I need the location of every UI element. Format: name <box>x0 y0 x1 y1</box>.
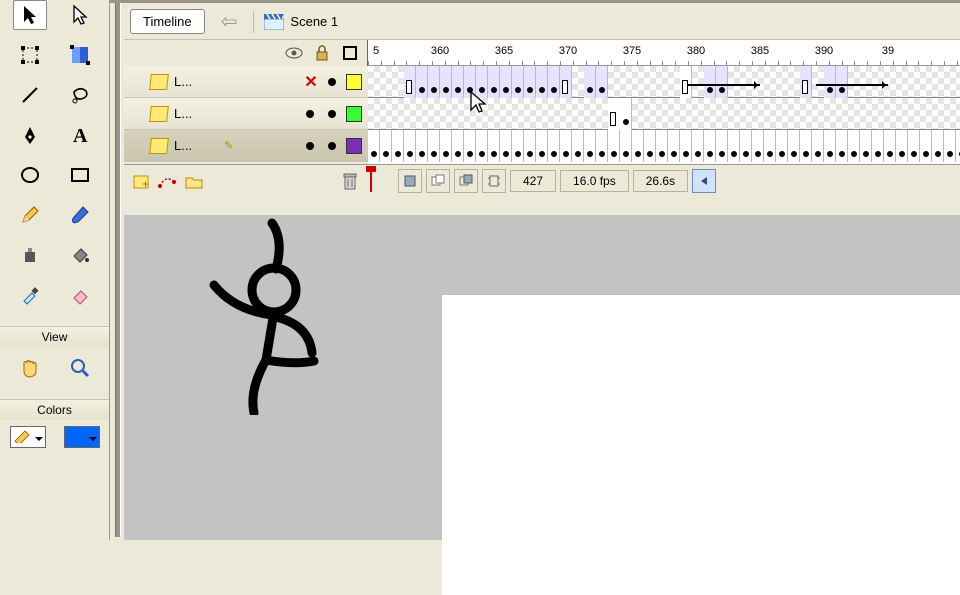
tool-selection[interactable] <box>13 0 47 30</box>
layer-header <box>124 40 368 66</box>
delete-layer-icon[interactable] <box>340 171 360 191</box>
ruler-tick-label: 390 <box>815 45 833 57</box>
tool-brush[interactable] <box>63 200 97 230</box>
visibility-dot[interactable] <box>306 110 314 118</box>
tool-subselection[interactable] <box>63 0 97 30</box>
edit-multiple-frames-icon[interactable] <box>482 169 506 193</box>
stage-canvas[interactable] <box>442 295 960 595</box>
tool-lasso[interactable] <box>63 80 97 110</box>
panel-splitter[interactable] <box>115 3 121 537</box>
track-row[interactable] <box>368 66 960 98</box>
tool-eraser[interactable] <box>63 280 97 310</box>
new-folder-icon[interactable] <box>184 171 204 191</box>
tool-line[interactable] <box>13 80 47 110</box>
back-arrow-icon[interactable]: ⇦ <box>215 9 244 34</box>
elapsed-time-display: 26.6s <box>633 170 688 192</box>
outline-color-swatch[interactable] <box>346 106 362 122</box>
view-section-header: View <box>0 326 109 347</box>
layer-name: L... <box>174 74 218 89</box>
tool-free-transform[interactable] <box>13 40 47 70</box>
frame-ruler[interactable]: 5 360 365 370 375 380 385 390 39 <box>368 40 960 65</box>
stage-area[interactable] <box>124 215 960 540</box>
tool-rectangle[interactable] <box>63 160 97 190</box>
new-layer-icon[interactable]: + <box>132 171 152 191</box>
scroll-left-button[interactable] <box>692 169 716 193</box>
timeline-status-bar: 427 16.0 fps 26.6s <box>368 164 960 196</box>
fill-color-swatch[interactable] <box>64 426 100 448</box>
layer-name: L... <box>174 106 218 121</box>
new-motion-guide-icon[interactable] <box>158 171 178 191</box>
toolbox: A <box>0 0 110 540</box>
lock-dot[interactable] <box>328 142 336 150</box>
onion-skin-outlines-icon[interactable] <box>454 169 478 193</box>
stroke-color-swatch[interactable] <box>10 426 46 448</box>
track-row[interactable] <box>368 130 960 162</box>
tool-pen[interactable] <box>13 120 47 150</box>
tool-hand[interactable] <box>13 353 47 383</box>
onion-skin-icon[interactable] <box>426 169 450 193</box>
svg-text:+: + <box>142 177 149 190</box>
ruler-tick-label: 380 <box>687 45 705 57</box>
layer-footer: + <box>124 164 368 196</box>
scene-breadcrumb[interactable]: Scene 1 <box>264 14 338 30</box>
layer-type-icon <box>149 106 169 122</box>
tool-zoom[interactable] <box>63 353 97 383</box>
layer-row[interactable]: L... <box>124 98 368 130</box>
tool-ink-bottle[interactable] <box>13 240 47 270</box>
layer-type-icon <box>149 74 169 90</box>
outline-column-icon[interactable] <box>341 44 359 62</box>
ruler-tick-label: 385 <box>751 45 769 57</box>
scene-label: Scene 1 <box>290 14 338 29</box>
layer-name: L... <box>174 138 218 153</box>
visibility-dot[interactable] <box>306 142 314 150</box>
ruler-tick-label: 365 <box>495 45 513 57</box>
document-topbar: Timeline ⇦ Scene 1 <box>124 4 960 40</box>
tool-pencil[interactable] <box>13 200 47 230</box>
layer-type-icon <box>149 138 169 154</box>
layer-list: L... ✕ L... L... ✎ <box>124 66 368 162</box>
ruler-tick-label: 39 <box>882 45 894 57</box>
center-frame-icon[interactable] <box>398 169 422 193</box>
pencil-icon: ✎ <box>224 139 238 152</box>
playhead-marker <box>370 168 372 192</box>
eye-column-icon[interactable] <box>285 44 303 62</box>
main-area: Timeline ⇦ Scene 1 5 360 365 370 375 380 385 39… <box>110 0 960 540</box>
ruler-tick-label: 5 <box>373 45 379 57</box>
hide-x-icon[interactable]: ✕ <box>304 72 318 92</box>
lock-column-icon[interactable] <box>313 44 331 62</box>
outline-color-swatch[interactable] <box>346 74 362 90</box>
fps-display: 16.0 fps <box>560 170 629 192</box>
tool-paint-bucket[interactable] <box>63 240 97 270</box>
lock-dot[interactable] <box>328 78 336 86</box>
tool-text[interactable]: A <box>63 120 97 150</box>
lock-dot[interactable] <box>328 110 336 118</box>
ruler-tick-label: 360 <box>431 45 449 57</box>
tool-oval[interactable] <box>13 160 47 190</box>
timeline-panel-button[interactable]: Timeline <box>130 9 205 34</box>
clapperboard-icon <box>264 14 284 30</box>
ruler-tick-label: 370 <box>559 45 577 57</box>
svg-text:A: A <box>73 125 88 146</box>
layer-row[interactable]: L... ✎ <box>124 130 368 162</box>
stick-figure-drawing[interactable] <box>194 215 344 405</box>
tool-gradient-transform[interactable] <box>63 40 97 70</box>
current-frame-display: 427 <box>510 170 556 192</box>
colors-section-header: Colors <box>0 399 109 420</box>
track-row[interactable] <box>368 98 960 130</box>
tool-eyedropper[interactable] <box>13 280 47 310</box>
outline-color-swatch[interactable] <box>346 138 362 154</box>
timeline-panel: 536036537037538038539039 L...✕L...L...✎ … <box>124 40 960 215</box>
layer-row[interactable]: L... ✕ <box>124 66 368 98</box>
frame-tracks[interactable] <box>368 66 960 164</box>
ruler-tick-label: 375 <box>623 45 641 57</box>
